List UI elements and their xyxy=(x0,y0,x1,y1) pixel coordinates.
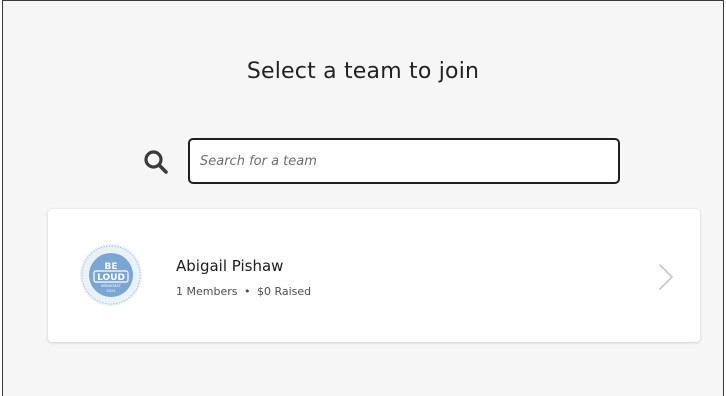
team-raised-amount: $0 Raised xyxy=(256,285,312,298)
page-frame: Select a team to join BE LOUD BREAKFAST … xyxy=(2,0,724,396)
avatar-main-text: LOUD xyxy=(97,273,125,283)
page-title: Select a team to join xyxy=(246,59,480,84)
chevron-right-icon[interactable] xyxy=(658,263,674,291)
team-members-count: 1 Members xyxy=(176,285,238,298)
avatar-sub-text: BREAKFAST xyxy=(101,284,121,288)
team-meta: 1 Members • $0 Raised xyxy=(176,285,311,298)
avatar-year-text: 2022 xyxy=(106,289,115,293)
search-input-wrapper xyxy=(188,138,620,184)
search-row xyxy=(139,138,629,188)
team-avatar: BE LOUD BREAKFAST 2022 xyxy=(79,243,143,307)
search-icon xyxy=(143,149,169,175)
team-name: Abigail Pishaw xyxy=(176,257,284,275)
search-input[interactable] xyxy=(190,140,618,182)
meta-separator: • xyxy=(243,285,251,298)
team-card[interactable]: BE LOUD BREAKFAST 2022 Abigail Pishaw 1 … xyxy=(48,209,700,342)
